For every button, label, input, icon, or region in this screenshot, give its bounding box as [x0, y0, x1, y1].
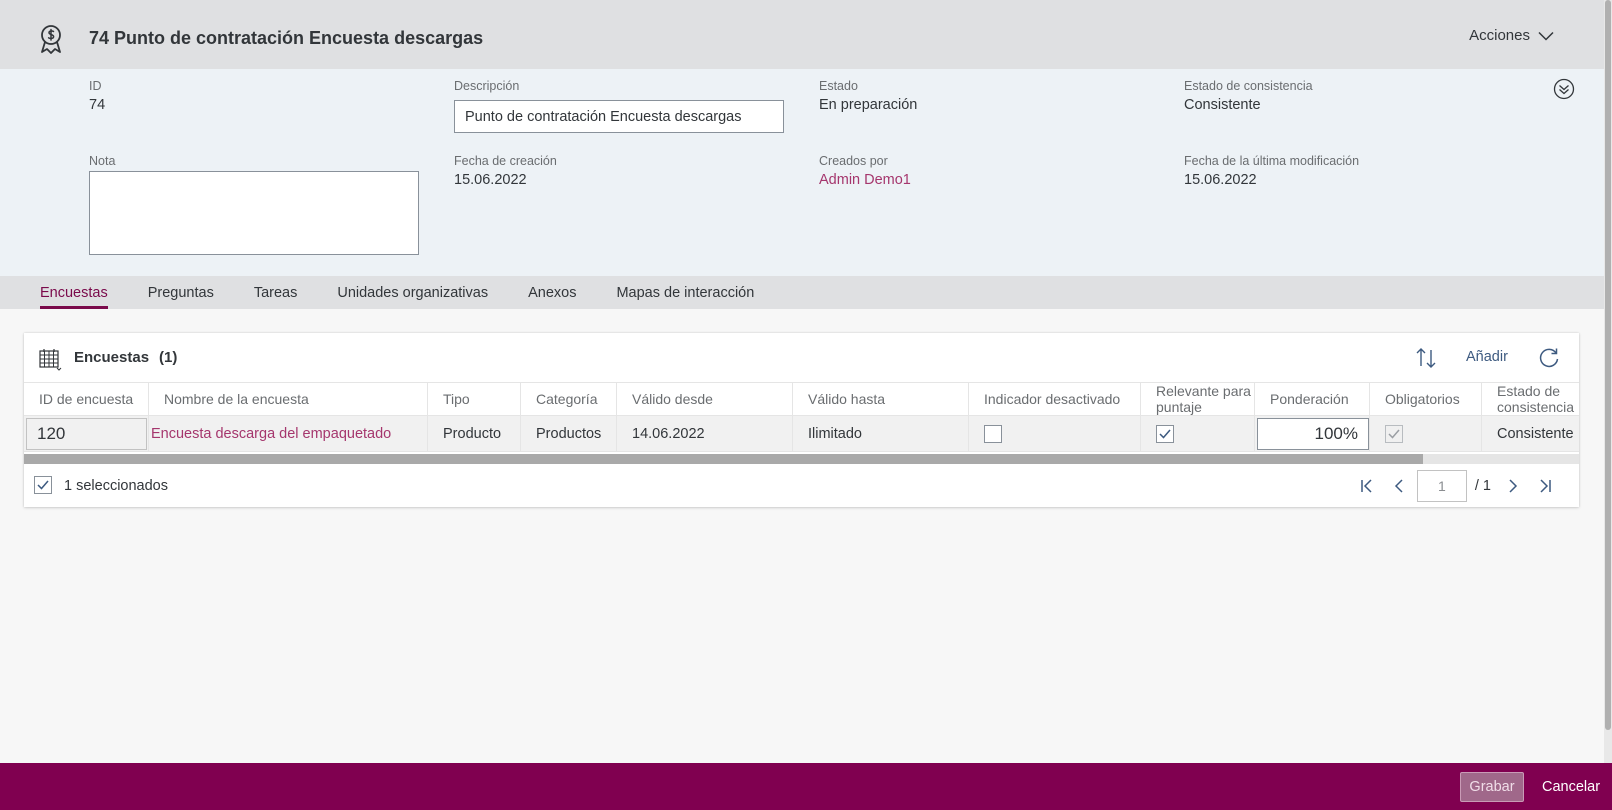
actions-label: Acciones	[1469, 27, 1530, 44]
col-header-obligatorios[interactable]: Obligatorios	[1370, 383, 1482, 415]
chevron-down-icon	[1538, 31, 1554, 41]
fecha-modif-label: Fecha de la última modificación	[1184, 154, 1360, 168]
col-header-nombre[interactable]: Nombre de la encuesta	[149, 383, 428, 415]
horizontal-scrollbar[interactable]	[24, 454, 1579, 464]
table-footer: 1 seleccionados / 1	[24, 464, 1579, 507]
obligatorios-checkbox	[1385, 424, 1403, 443]
fecha-creacion-value: 15.06.2022	[454, 172, 527, 188]
refresh-icon	[1539, 348, 1559, 368]
tab-tareas[interactable]: Tareas	[254, 276, 298, 309]
pagination: / 1	[1353, 470, 1559, 502]
nota-label: Nota	[89, 154, 116, 168]
encuestas-grid: ID de encuesta Nombre de la encuesta Tip…	[24, 382, 1579, 463]
table-toolbar: Encuestas (1) Añadir	[24, 333, 1579, 382]
consistencia-label: Estado de consistencia	[1184, 79, 1313, 93]
descripcion-label: Descripción	[454, 79, 520, 93]
double-chevron-circle-icon	[1553, 78, 1575, 100]
cell-tipo: Producto	[428, 416, 521, 451]
tab-mapas-interaccion[interactable]: Mapas de interacción	[616, 276, 754, 309]
tab-bar: Encuestas Preguntas Tareas Unidades orga…	[0, 276, 1604, 309]
nota-textarea[interactable]	[89, 171, 419, 255]
checkmark-icon	[37, 480, 49, 490]
col-header-tipo[interactable]: Tipo	[428, 383, 521, 415]
tab-anexos[interactable]: Anexos	[528, 276, 576, 309]
footer-action-bar: Grabar Cancelar	[0, 763, 1612, 810]
table-header-row: ID de encuesta Nombre de la encuesta Tip…	[24, 382, 1579, 416]
cell-obligatorios	[1370, 416, 1482, 451]
collapse-header-button[interactable]	[1553, 78, 1575, 100]
cell-relevante	[1141, 416, 1255, 451]
cell-ponderacion	[1255, 416, 1370, 451]
selected-count-text: 1 seleccionados	[64, 478, 168, 494]
first-page-button[interactable]	[1353, 472, 1381, 500]
col-header-valido-desde[interactable]: Válido desde	[617, 383, 793, 415]
tab-encuestas[interactable]: Encuestas	[40, 276, 108, 309]
select-all-checkbox[interactable]	[34, 476, 52, 494]
page-total: / 1	[1474, 478, 1491, 494]
table-count: (1)	[159, 349, 178, 366]
col-header-id[interactable]: ID de encuesta	[24, 383, 149, 415]
add-button[interactable]: Añadir	[1466, 349, 1508, 365]
id-value: 74	[89, 97, 106, 113]
col-header-indicador[interactable]: Indicador desactivado	[969, 383, 1141, 415]
checkmark-icon	[1159, 429, 1171, 439]
indicador-checkbox[interactable]	[984, 424, 1002, 443]
cell-indicador	[969, 416, 1141, 451]
col-header-ponderacion[interactable]: Ponderación	[1255, 383, 1370, 415]
app-shell: 74 Punto de contratación Encuesta descar…	[0, 0, 1612, 810]
sort-button[interactable]	[1414, 346, 1438, 370]
table-title-text: Encuestas	[74, 349, 150, 366]
descripcion-input[interactable]	[454, 100, 784, 133]
last-page-icon	[1540, 479, 1551, 493]
cancel-button[interactable]: Cancelar	[1536, 772, 1606, 802]
actions-menu-button[interactable]: Acciones	[1469, 27, 1554, 44]
cell-categoria: Productos	[521, 416, 617, 451]
estado-label: Estado	[819, 79, 858, 93]
creados-por-label: Creados por	[819, 154, 888, 168]
award-dollar-icon	[38, 24, 64, 54]
encuestas-table-card: Encuestas (1) Añadir ID de encuesta Nombr…	[24, 333, 1579, 507]
table-title: Encuestas (1)	[74, 349, 177, 366]
creados-por-link[interactable]: Admin Demo1	[819, 172, 911, 188]
cell-valido-desde: 14.06.2022	[617, 416, 793, 451]
last-page-button[interactable]	[1531, 472, 1559, 500]
cell-id	[24, 416, 149, 451]
fecha-creacion-label: Fecha de creación	[454, 154, 557, 168]
fecha-modif-value: 15.06.2022	[1184, 172, 1257, 188]
table-row[interactable]: Encuesta descarga del empaquetado Produc…	[24, 416, 1579, 452]
page-title: 74 Punto de contratación Encuesta descar…	[89, 28, 484, 48]
object-header: 74 Punto de contratación Encuesta descar…	[0, 0, 1604, 69]
encuesta-link[interactable]: Encuesta descarga del empaquetado	[149, 426, 391, 442]
tab-unidades-organizativas[interactable]: Unidades organizativas	[337, 276, 488, 309]
cell-valido-hasta: Ilimitado	[793, 416, 969, 451]
next-page-button[interactable]	[1499, 472, 1527, 500]
chevron-right-icon	[1509, 479, 1518, 493]
col-header-relevante[interactable]: Relevante para puntaje	[1141, 383, 1255, 415]
sort-icon	[1416, 348, 1436, 368]
page-scrollbar-thumb[interactable]	[1605, 0, 1611, 730]
relevante-checkbox[interactable]	[1156, 424, 1174, 443]
cell-estado: Consistente	[1497, 425, 1574, 442]
ponderacion-input[interactable]	[1257, 418, 1369, 450]
col-header-estado[interactable]: Estado de consistencia	[1482, 383, 1579, 415]
first-page-icon	[1361, 479, 1372, 493]
consistencia-value: Consistente	[1184, 97, 1261, 113]
horizontal-scrollbar-thumb[interactable]	[24, 454, 1423, 464]
tab-preguntas[interactable]: Preguntas	[148, 276, 214, 309]
col-header-categoria[interactable]: Categoría	[521, 383, 617, 415]
estado-value: En preparación	[819, 97, 918, 113]
id-input[interactable]	[26, 418, 147, 450]
id-label: ID	[89, 79, 102, 93]
prev-page-button[interactable]	[1385, 472, 1413, 500]
col-header-valido-hasta[interactable]: Válido hasta	[793, 383, 969, 415]
table-settings-icon[interactable]	[38, 347, 62, 371]
cell-nombre: Encuesta descarga del empaquetado	[149, 416, 428, 451]
refresh-button[interactable]	[1538, 347, 1560, 369]
chevron-left-icon	[1394, 479, 1403, 493]
page-vertical-scrollbar[interactable]	[1604, 0, 1612, 763]
save-button[interactable]: Grabar	[1460, 772, 1524, 802]
checkmark-icon	[1388, 429, 1400, 439]
page-number-input[interactable]	[1416, 470, 1467, 502]
